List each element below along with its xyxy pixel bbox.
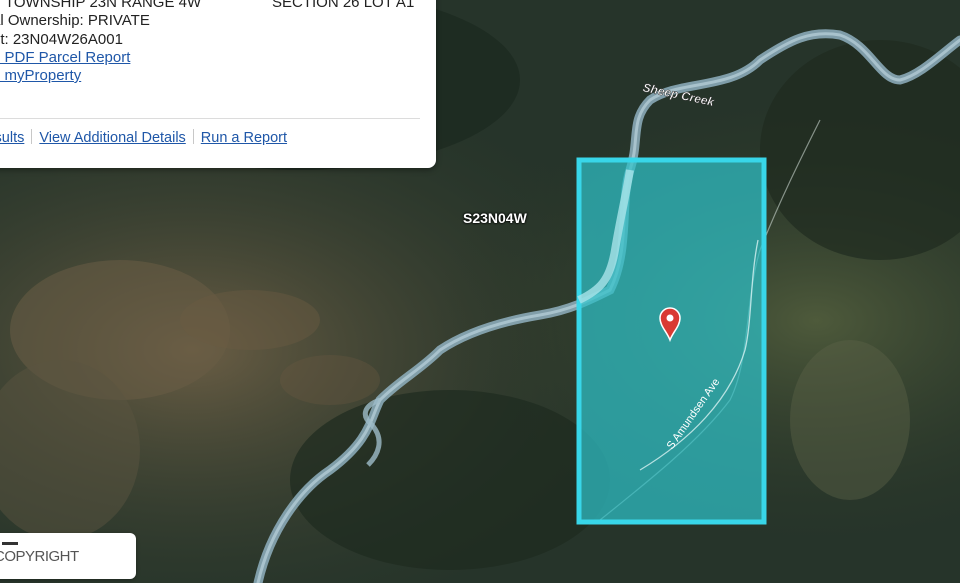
view-additional-details-link[interactable]: View Additional Details (39, 130, 185, 146)
parcel-info-popup: TOWNSHIP 23N RANGE 4W SECTION 26 LOT A1 … (0, 0, 436, 168)
results-link[interactable]: Results (0, 130, 24, 146)
separator (192, 129, 194, 144)
copyright-text: COPYRIGHT (0, 548, 79, 565)
ownership-text: al Ownership: PRIVATE (0, 12, 150, 29)
separator (31, 129, 33, 144)
account-text: nt: 23N04W26A001 (0, 31, 123, 48)
township-label: S23N04W (463, 210, 527, 226)
copyright-box[interactable]: COPYRIGHT (0, 533, 136, 579)
myproperty-link[interactable]: n myProperty (0, 67, 81, 84)
run-report-link[interactable]: Run a Report (201, 130, 287, 146)
township-range: TOWNSHIP 23N RANGE 4W (5, 0, 202, 11)
pdf-parcel-report-link[interactable]: e PDF Parcel Report (0, 49, 130, 66)
divider (0, 118, 420, 119)
scale-bar-icon (2, 542, 18, 545)
popup-actions: Results View Additional Details Run a Repo… (0, 129, 287, 146)
section-lot: SECTION 26 LOT A1 (272, 0, 415, 11)
parcel-polygon[interactable] (576, 157, 767, 525)
